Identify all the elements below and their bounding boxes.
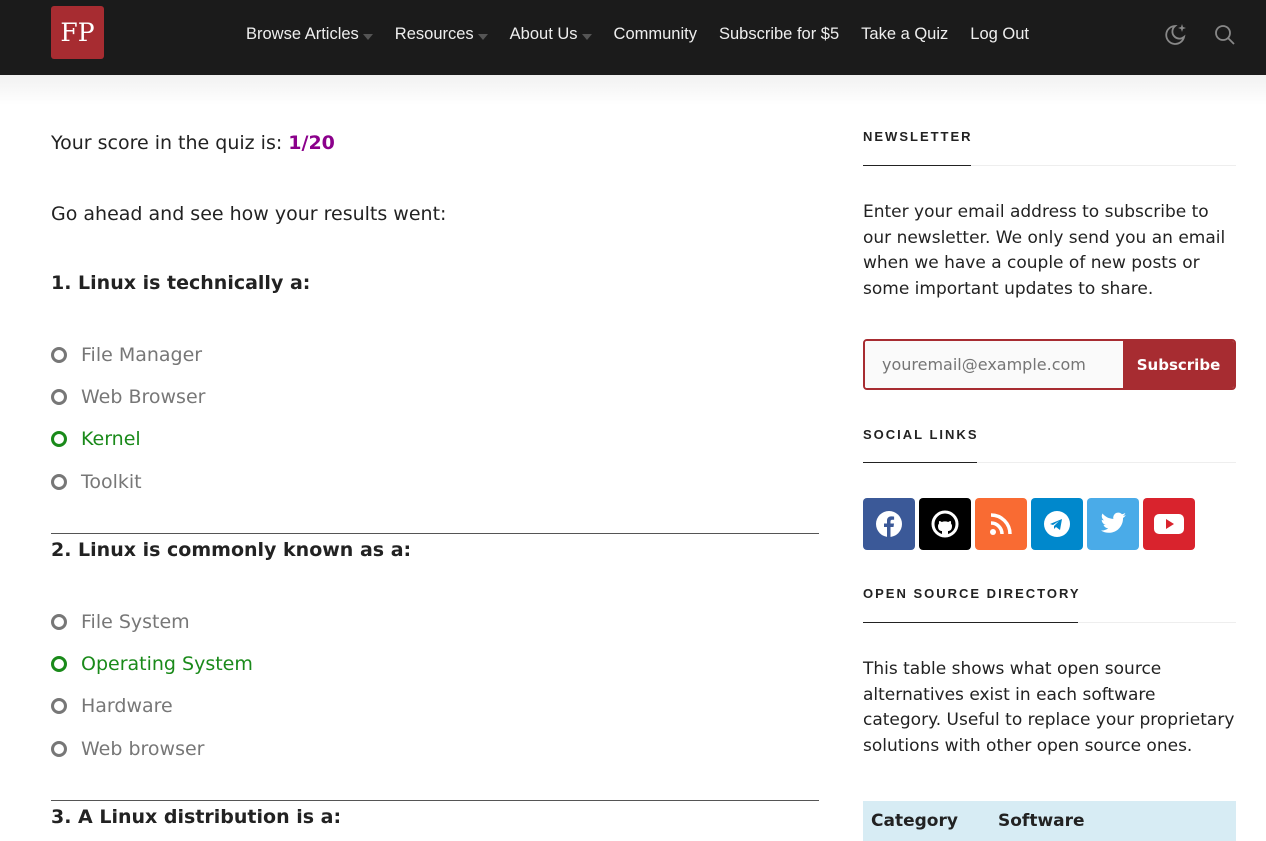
nav-take-quiz[interactable]: Take a Quiz	[861, 25, 948, 44]
option-label: Operating System	[81, 653, 253, 675]
telegram-icon	[1044, 511, 1070, 537]
main-nav: Browse Articles Resources About Us Commu…	[246, 25, 1029, 44]
newsletter-heading: NEWSLETTER	[863, 129, 973, 144]
intro-text: Go ahead and see how your results went:	[51, 203, 447, 225]
question-title: 1. Linux is technically a:	[51, 272, 311, 294]
nav-label: About Us	[509, 25, 578, 43]
dark-mode-icon[interactable]	[1162, 22, 1188, 48]
facebook-link[interactable]	[863, 498, 915, 550]
radio-icon	[51, 741, 67, 757]
chevron-down-icon	[581, 33, 592, 40]
nav-label: Resources	[394, 25, 474, 43]
score-label: Your score in the quiz is:	[51, 132, 283, 154]
option-label: Toolkit	[81, 471, 142, 493]
heading-underline	[863, 165, 1236, 166]
option-label: File Manager	[81, 344, 203, 366]
youtube-icon	[1154, 514, 1184, 534]
email-input[interactable]	[865, 341, 1123, 388]
rss-link[interactable]	[975, 498, 1027, 550]
answer-option: Web Browser	[51, 386, 205, 408]
radio-icon	[51, 389, 67, 405]
radio-icon	[51, 614, 67, 630]
radio-icon	[51, 347, 67, 363]
header-shadow	[0, 75, 1266, 105]
option-label: Web Browser	[81, 386, 206, 408]
directory-table-header: Category Software	[863, 801, 1236, 841]
nav-log-out[interactable]: Log Out	[970, 25, 1029, 44]
github-link[interactable]	[919, 498, 971, 550]
social-links	[863, 498, 1195, 550]
option-label: Hardware	[81, 695, 173, 717]
nav-browse-articles[interactable]: Browse Articles	[246, 25, 373, 44]
site-header: FP Browse Articles Resources About Us Co…	[0, 0, 1266, 75]
nav-community[interactable]: Community	[614, 25, 697, 44]
site-logo[interactable]: FP	[51, 6, 104, 59]
rss-icon	[990, 513, 1012, 535]
nav-subscribe[interactable]: Subscribe for $5	[719, 25, 839, 44]
answer-option: Toolkit	[51, 471, 142, 493]
facebook-icon	[876, 511, 902, 538]
nav-about-us[interactable]: About Us	[510, 25, 592, 44]
subscribe-button[interactable]: Subscribe	[1123, 341, 1234, 388]
score-value: 1/20	[288, 132, 335, 154]
newsletter-form: Subscribe	[863, 339, 1236, 390]
question-title: 2. Linux is commonly known as a:	[51, 539, 412, 561]
nav-resources[interactable]: Resources	[395, 25, 488, 44]
divider	[51, 800, 819, 801]
search-icon[interactable]	[1212, 22, 1238, 48]
radio-icon	[51, 698, 67, 714]
twitter-icon	[1101, 512, 1126, 533]
option-label: Web browser	[81, 738, 205, 760]
option-label: File System	[81, 611, 190, 633]
divider	[51, 533, 819, 534]
answer-option-correct: Operating System	[51, 653, 253, 675]
radio-icon	[51, 431, 67, 447]
heading-underline	[863, 622, 1236, 623]
radio-icon	[51, 656, 67, 672]
telegram-link[interactable]	[1031, 498, 1083, 550]
directory-text: This table shows what open source altern…	[863, 659, 1235, 756]
social-heading: SOCIAL LINKS	[863, 427, 979, 442]
answer-option: Hardware	[51, 695, 173, 717]
chevron-down-icon	[477, 33, 488, 40]
option-label: Kernel	[81, 428, 141, 450]
answer-option-correct: Kernel	[51, 428, 141, 450]
nav-label: Browse Articles	[246, 25, 359, 43]
column-header-software: Software	[998, 811, 1085, 831]
answer-option: Web browser	[51, 738, 204, 760]
answer-option: File System	[51, 611, 190, 633]
github-icon	[931, 510, 959, 538]
chevron-down-icon	[362, 33, 373, 40]
youtube-link[interactable]	[1143, 498, 1195, 550]
directory-heading: OPEN SOURCE DIRECTORY	[863, 586, 1081, 601]
question-title: 3. A Linux distribution is a:	[51, 806, 342, 828]
radio-icon	[51, 474, 67, 490]
column-header-category: Category	[871, 811, 958, 831]
score-line: Your score in the quiz is: 1/20	[51, 132, 335, 154]
newsletter-text: Enter your email address to subscribe to…	[863, 202, 1226, 299]
heading-underline	[863, 462, 1236, 463]
answer-option: File Manager	[51, 344, 202, 366]
twitter-link[interactable]	[1087, 498, 1139, 550]
